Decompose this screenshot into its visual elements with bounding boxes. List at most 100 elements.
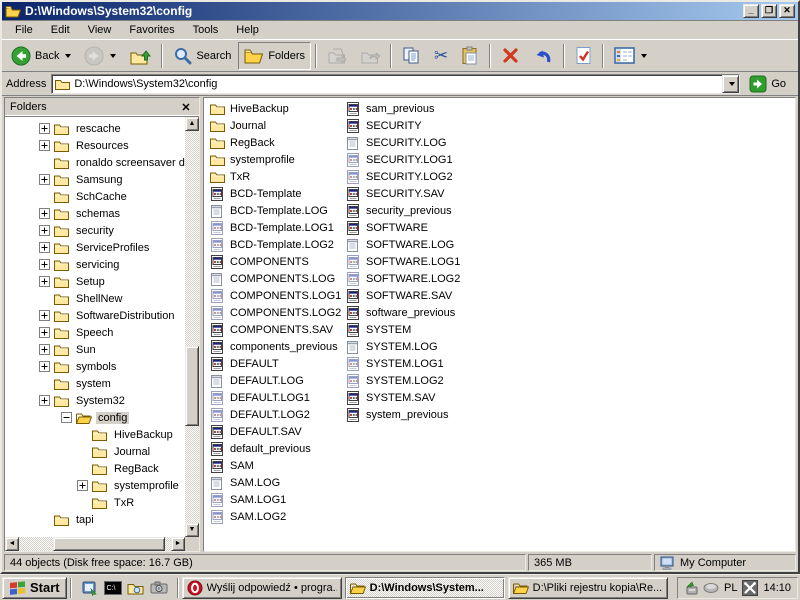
camera-icon[interactable] bbox=[150, 579, 168, 597]
expand-icon[interactable] bbox=[39, 225, 50, 236]
file-item-components-previous[interactable]: components_previous bbox=[210, 338, 344, 355]
file-item-bcd-template-log1[interactable]: BCD-Template.LOG1 bbox=[210, 219, 344, 236]
file-item-components-sav[interactable]: COMPONENTS.SAV bbox=[210, 321, 344, 338]
tree-item-security[interactable]: security bbox=[5, 222, 185, 239]
file-item-security-log2[interactable]: SECURITY.LOG2 bbox=[346, 168, 486, 185]
paste-button[interactable] bbox=[455, 42, 485, 70]
file-item-default-log[interactable]: DEFAULT.LOG bbox=[210, 372, 344, 389]
file-item-security[interactable]: SECURITY bbox=[346, 117, 486, 134]
file-item-components-log2[interactable]: COMPONENTS.LOG2 bbox=[210, 304, 344, 321]
file-item-software[interactable]: SOFTWARE bbox=[346, 219, 486, 236]
file-item-journal[interactable]: Journal bbox=[210, 117, 344, 134]
tree-item-speech[interactable]: Speech bbox=[5, 324, 185, 341]
tree-item-config[interactable]: config bbox=[5, 409, 185, 426]
menu-help[interactable]: Help bbox=[227, 21, 268, 39]
address-value[interactable]: D:\Windows\System32\config bbox=[74, 78, 718, 90]
menu-tools[interactable]: Tools bbox=[184, 21, 228, 39]
expand-icon[interactable] bbox=[39, 140, 50, 151]
tree-item-ronaldo-screensaver-di[interactable]: ronaldo screensaver di bbox=[5, 154, 185, 171]
tree-item-system[interactable]: system bbox=[5, 375, 185, 392]
tree-item-systemprofile[interactable]: systemprofile bbox=[5, 477, 185, 494]
tree-item-regback[interactable]: RegBack bbox=[5, 460, 185, 477]
expand-icon[interactable] bbox=[39, 174, 50, 185]
expand-icon[interactable] bbox=[39, 242, 50, 253]
tree-vscroll-track[interactable] bbox=[185, 131, 199, 523]
scan-document-button[interactable] bbox=[569, 42, 598, 70]
file-item-software-sav[interactable]: SOFTWARE.SAV bbox=[346, 287, 486, 304]
go-button[interactable]: Go bbox=[745, 74, 794, 94]
copy-to-button[interactable] bbox=[354, 42, 386, 70]
scroll-left-icon[interactable]: ◄ bbox=[5, 537, 19, 551]
expand-icon[interactable] bbox=[39, 344, 50, 355]
file-item-default-log1[interactable]: DEFAULT.LOG1 bbox=[210, 389, 344, 406]
explorer-folder-icon[interactable] bbox=[127, 579, 145, 597]
expand-icon[interactable] bbox=[39, 310, 50, 321]
tree-item-symbols[interactable]: symbols bbox=[5, 358, 185, 375]
file-item-components-log1[interactable]: COMPONENTS.LOG1 bbox=[210, 287, 344, 304]
tray-clock[interactable]: 14:10 bbox=[763, 582, 791, 594]
file-item-software-log1[interactable]: SOFTWARE.LOG1 bbox=[346, 253, 486, 270]
tree-item-hivebackup[interactable]: HiveBackup bbox=[5, 426, 185, 443]
file-item-default[interactable]: DEFAULT bbox=[210, 355, 344, 372]
expand-icon[interactable] bbox=[39, 259, 50, 270]
file-item-system[interactable]: SYSTEM bbox=[346, 321, 486, 338]
delete-button[interactable] bbox=[495, 42, 526, 70]
tree-item-shellnew[interactable]: ShellNew bbox=[5, 290, 185, 307]
scroll-right-icon[interactable]: ► bbox=[171, 537, 185, 551]
folders-button[interactable]: Folders bbox=[238, 42, 311, 70]
file-item-bcd-template-log[interactable]: BCD-Template.LOG bbox=[210, 202, 344, 219]
tree-hscroll-track[interactable] bbox=[19, 537, 171, 551]
scroll-down-icon[interactable]: ▼ bbox=[185, 523, 199, 537]
tree-item-setup[interactable]: Setup bbox=[5, 273, 185, 290]
file-item-security-previous[interactable]: security_previous bbox=[346, 202, 486, 219]
scroll-up-icon[interactable]: ▲ bbox=[185, 117, 199, 131]
tree-item-system32[interactable]: System32 bbox=[5, 392, 185, 409]
tree-item-journal[interactable]: Journal bbox=[5, 443, 185, 460]
expand-icon[interactable] bbox=[39, 361, 50, 372]
file-item-components[interactable]: COMPONENTS bbox=[210, 253, 344, 270]
file-item-sam[interactable]: SAM bbox=[210, 457, 344, 474]
cut-button[interactable]: ✂ bbox=[428, 42, 454, 70]
expand-icon[interactable] bbox=[77, 480, 88, 491]
address-dropdown-button[interactable] bbox=[722, 75, 739, 93]
tree-item-softwaredistribution[interactable]: SoftwareDistribution bbox=[5, 307, 185, 324]
tree-vertical-scrollbar[interactable]: ▲ ▼ bbox=[185, 117, 199, 537]
back-dropdown-icon[interactable] bbox=[65, 54, 71, 58]
tree-item-sun[interactable]: Sun bbox=[5, 341, 185, 358]
tree-horizontal-scrollbar[interactable]: ◄ ► bbox=[5, 537, 199, 551]
restore-button[interactable]: ❐ bbox=[761, 4, 777, 18]
close-button[interactable]: ✕ bbox=[779, 4, 795, 18]
taskbar-task-2[interactable]: D:\Windows\System... bbox=[345, 577, 505, 599]
expand-icon[interactable] bbox=[39, 327, 50, 338]
undo-button[interactable] bbox=[527, 42, 559, 70]
file-item-default-sav[interactable]: DEFAULT.SAV bbox=[210, 423, 344, 440]
file-item-regback[interactable]: RegBack bbox=[210, 134, 344, 151]
menu-favorites[interactable]: Favorites bbox=[120, 21, 183, 39]
file-item-bcd-template[interactable]: BCD-Template bbox=[210, 185, 344, 202]
file-item-bcd-template-log2[interactable]: BCD-Template.LOG2 bbox=[210, 236, 344, 253]
file-item-system-log[interactable]: SYSTEM.LOG bbox=[346, 338, 486, 355]
move-to-button[interactable] bbox=[321, 42, 353, 70]
file-item-security-sav[interactable]: SECURITY.SAV bbox=[346, 185, 486, 202]
file-item-hivebackup[interactable]: HiveBackup bbox=[210, 100, 344, 117]
file-item-security-log1[interactable]: SECURITY.LOG1 bbox=[346, 151, 486, 168]
file-item-sam-log2[interactable]: SAM.LOG2 bbox=[210, 508, 344, 525]
command-prompt-icon[interactable]: C:\ bbox=[104, 579, 122, 597]
expand-icon[interactable] bbox=[39, 276, 50, 287]
file-item-security-log[interactable]: SECURITY.LOG bbox=[346, 134, 486, 151]
tree-item-schemas[interactable]: schemas bbox=[5, 205, 185, 222]
minimize-button[interactable]: _ bbox=[743, 4, 759, 18]
tree-vscroll-thumb[interactable] bbox=[185, 346, 199, 426]
search-button[interactable]: Search bbox=[167, 42, 237, 70]
show-desktop-icon[interactable] bbox=[81, 579, 99, 597]
file-item-system-sav[interactable]: SYSTEM.SAV bbox=[346, 389, 486, 406]
file-item-default-previous[interactable]: default_previous bbox=[210, 440, 344, 457]
safely-remove-icon[interactable] bbox=[684, 581, 699, 595]
file-item-sam-previous[interactable]: sam_previous bbox=[346, 100, 486, 117]
tree-item-tapi[interactable]: tapi bbox=[5, 511, 185, 528]
file-item-software-log[interactable]: SOFTWARE.LOG bbox=[346, 236, 486, 253]
tree-item-schcache[interactable]: SchCache bbox=[5, 188, 185, 205]
taskbar-task-3[interactable]: D:\Pliki rejestru kopia\Re... bbox=[508, 577, 668, 599]
file-item-sam-log1[interactable]: SAM.LOG1 bbox=[210, 491, 344, 508]
collapse-icon[interactable] bbox=[61, 412, 72, 423]
